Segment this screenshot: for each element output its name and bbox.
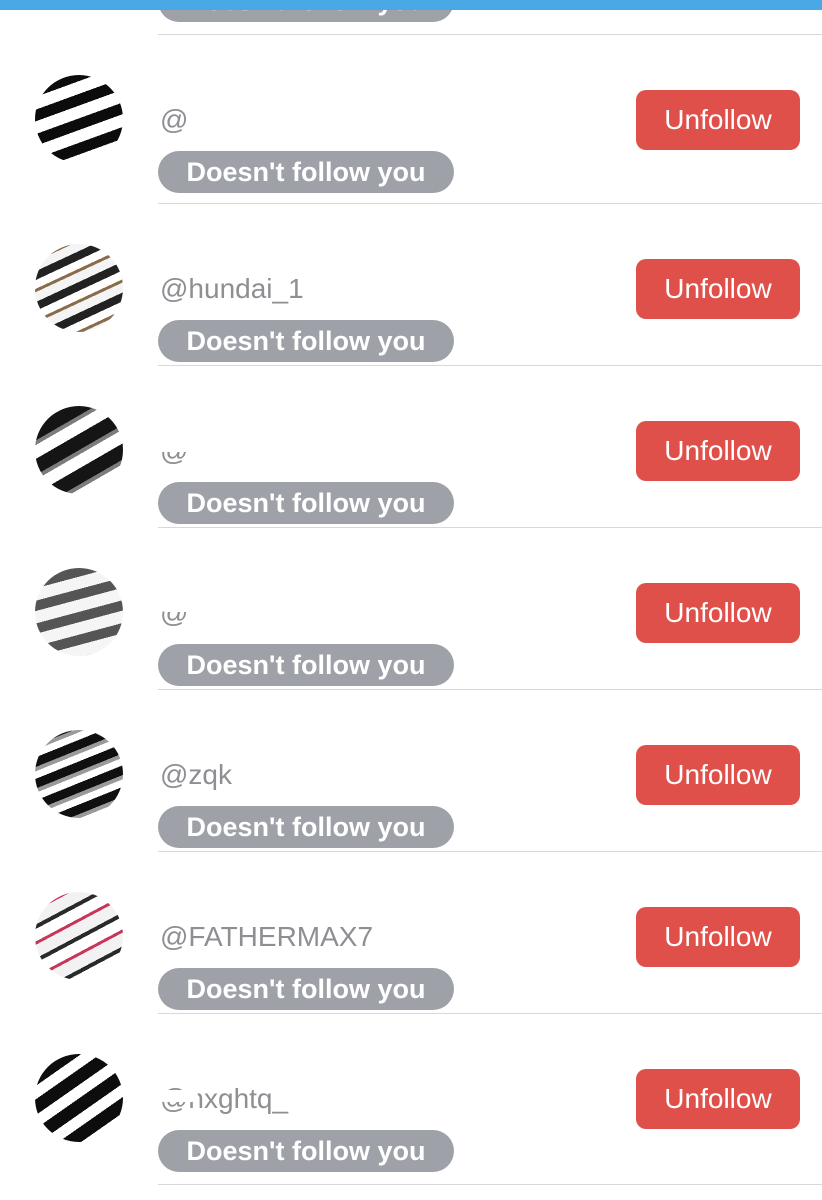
display-name <box>160 390 460 424</box>
unfollow-button[interactable]: Unfollow <box>636 1069 800 1129</box>
list-item: @ Doesn't follow you Unfollow <box>0 366 822 528</box>
unfollow-list-screen: Doesn't follow you @ Doesn't follow you … <box>0 0 822 1200</box>
list-item: @hundai_1 Doesn't follow you Unfollow <box>0 204 822 366</box>
unfollow-button[interactable]: Unfollow <box>636 907 800 967</box>
follow-status-badge: Doesn't follow you <box>158 968 454 1010</box>
avatar[interactable] <box>35 1054 123 1142</box>
follow-status-badge: Doesn't follow you <box>158 320 454 362</box>
follow-status-badge: Doesn't follow you <box>158 482 454 524</box>
avatar[interactable] <box>35 892 123 980</box>
display-name <box>160 1038 460 1072</box>
avatar[interactable] <box>35 244 123 332</box>
username-handle: @nxghtq_ <box>160 1083 289 1114</box>
follow-status-badge: Doesn't follow you <box>158 151 454 193</box>
display-name <box>160 59 460 93</box>
display-name <box>160 228 460 262</box>
avatar[interactable] <box>35 730 123 818</box>
display-name <box>160 714 460 748</box>
status-bar <box>0 0 822 10</box>
list-item: @ Doesn't follow you Unfollow <box>0 35 822 204</box>
display-name <box>160 876 460 910</box>
follow-status-badge: Doesn't follow you <box>158 644 454 686</box>
display-name <box>160 552 460 586</box>
list-item: @FATHERMAX7 Doesn't follow you Unfollow <box>0 852 822 1014</box>
unfollow-button[interactable]: Unfollow <box>636 421 800 481</box>
unfollow-button[interactable]: Unfollow <box>636 745 800 805</box>
avatar[interactable] <box>35 75 123 163</box>
list-item: @nxghtq_ Doesn't follow you Unfollow <box>0 1014 822 1185</box>
list-item: @ Doesn't follow you Unfollow <box>0 528 822 690</box>
username-handle: @ <box>160 597 189 628</box>
username-handle: @ <box>160 104 189 135</box>
following-list: @ Doesn't follow you Unfollow @hundai_1 … <box>0 35 822 1185</box>
unfollow-button[interactable]: Unfollow <box>636 90 800 150</box>
unfollow-button[interactable]: Unfollow <box>636 583 800 643</box>
unfollow-button[interactable]: Unfollow <box>636 259 800 319</box>
username-handle: @FATHERMAX7 <box>160 921 374 952</box>
follow-status-badge: Doesn't follow you <box>158 1130 454 1172</box>
avatar[interactable] <box>35 406 123 494</box>
username-handle: @ <box>160 435 189 466</box>
username-handle: @zqk <box>160 759 232 790</box>
username-handle: @hundai_1 <box>160 273 304 304</box>
follow-status-badge: Doesn't follow you <box>158 806 454 848</box>
avatar[interactable] <box>35 568 123 656</box>
list-item: @zqk Doesn't follow you Unfollow <box>0 690 822 852</box>
